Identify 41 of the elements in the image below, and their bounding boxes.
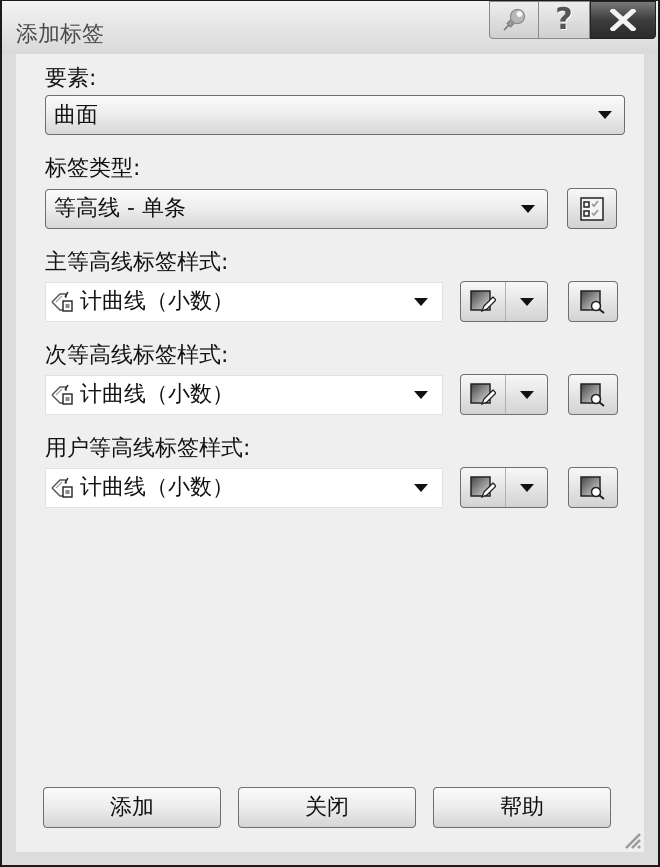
preview-button[interactable] [568, 467, 618, 508]
dropdown[interactable]: 曲面 [45, 95, 625, 135]
caret-icon [520, 298, 534, 306]
pencil-square-icon [470, 476, 496, 500]
magnifier-square-icon [580, 476, 606, 500]
field-label: 要素: [45, 66, 96, 92]
dialog-button[interactable]: 帮助 [433, 787, 611, 828]
close-button[interactable] [590, 1, 656, 39]
magnifier-square-icon [580, 290, 606, 314]
caret-icon [520, 484, 534, 492]
pin-button[interactable] [489, 1, 539, 39]
field-label: 用户等高线标签样式: [45, 436, 250, 462]
pencil-square-icon [470, 382, 496, 406]
checklist-icon [580, 196, 604, 220]
pushpin-icon [502, 8, 526, 32]
label-type-button[interactable] [567, 188, 617, 229]
close-icon [610, 9, 636, 31]
style-dropdown[interactable]: 计曲线（小数） [45, 374, 443, 414]
dialog-button[interactable]: 关闭 [238, 787, 416, 828]
caret-icon [598, 111, 612, 119]
tag-icon [50, 382, 74, 406]
style-dropdown[interactable]: 计曲线（小数） [45, 468, 443, 508]
preview-button[interactable] [568, 281, 618, 322]
magnifier-square-icon [580, 382, 606, 406]
tag-icon [50, 290, 74, 314]
pencil-square-icon [470, 290, 496, 314]
tag-icon [50, 476, 74, 500]
style-dropdown[interactable]: 计曲线（小数） [45, 282, 443, 322]
caret-icon [414, 484, 428, 492]
caret-icon [414, 298, 428, 306]
field-label: 次等高线标签样式: [45, 343, 228, 369]
caret-icon [520, 390, 534, 398]
dialog-button[interactable]: 添加 [43, 787, 221, 828]
dropdown[interactable]: 等高线 - 单条 [45, 188, 548, 228]
window-title: 添加标签 [16, 21, 104, 49]
field-label: 标签类型: [45, 156, 140, 182]
help-button[interactable]: ? [539, 1, 590, 39]
preview-button[interactable] [568, 374, 618, 415]
caret-icon [414, 390, 428, 398]
field-label: 主等高线标签样式: [45, 250, 228, 276]
caret-icon [521, 204, 535, 212]
